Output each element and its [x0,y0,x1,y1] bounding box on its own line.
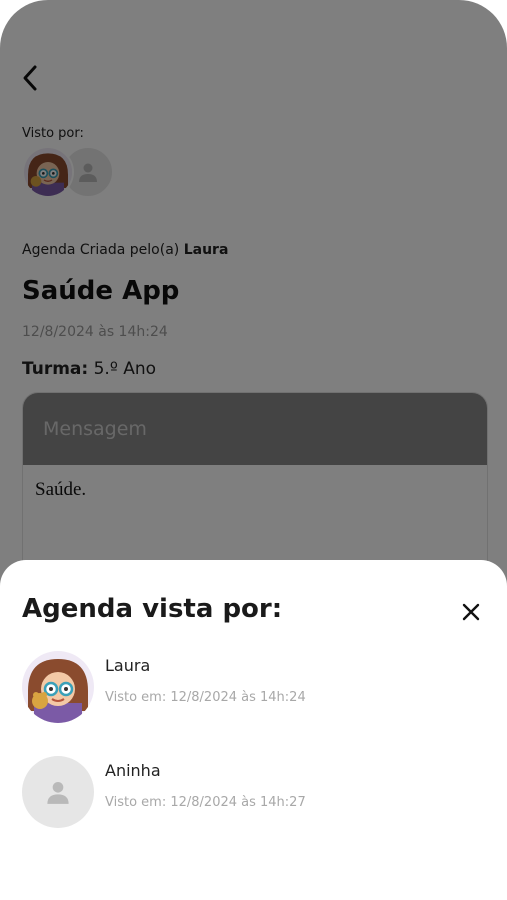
cartoon-girl-avatar-icon [22,651,94,723]
avatar [22,756,94,828]
viewer-row: Aninha Visto em: 12/8/2024 às 14h:27 [22,756,482,830]
close-icon [462,603,480,621]
person-placeholder-icon [47,781,69,804]
seen-by-sheet: Agenda vista por: Laura Visto em: 12/8/2… [0,560,507,900]
viewer-row: Laura Visto em: 12/8/2024 às 14h:24 [22,651,482,725]
close-button[interactable] [456,597,486,627]
viewer-seen-at: Visto em: 12/8/2024 às 14h:27 [105,795,306,810]
viewer-name: Aninha [105,761,161,780]
viewer-name: Laura [105,656,151,675]
screen: Visto por: A [0,0,507,900]
sheet-title: Agenda vista por: [22,594,283,624]
avatar [22,651,94,723]
viewer-seen-at: Visto em: 12/8/2024 às 14h:24 [105,690,306,705]
